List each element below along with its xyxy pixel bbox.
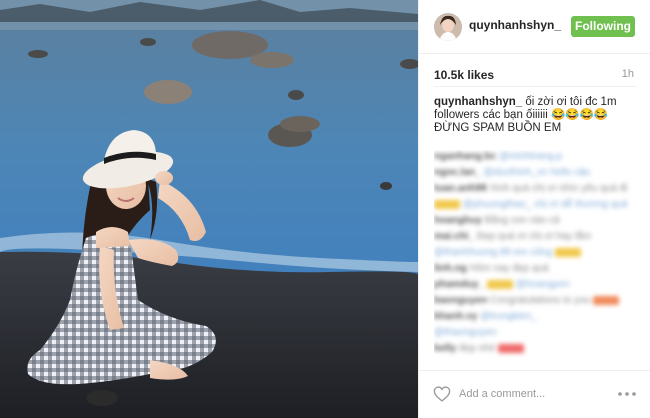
comment-row: @thaonguyen <box>434 327 497 338</box>
avatar[interactable] <box>434 13 462 41</box>
avatar-image <box>434 13 462 41</box>
comment-row: hoanghuy Bằng con nào cả <box>434 215 560 226</box>
comment-row: ngoc.lan_ @ducthinh_vn hello cậu <box>434 167 591 178</box>
divider <box>434 86 636 87</box>
heart-icon[interactable] <box>433 386 451 402</box>
comment-row: mai.chi_ Đẹp quá ơi chị ơi hay lắm <box>434 231 592 242</box>
username-link[interactable]: quynhanhshyn_ <box>469 18 561 32</box>
more-options-icon[interactable] <box>617 391 637 397</box>
post-timestamp[interactable]: 1h <box>622 68 634 80</box>
comment-row: phamduy_ @hoangyen <box>434 279 570 290</box>
beach-photo-illustration <box>0 0 418 418</box>
comment-row: khanh.vy @trungkien_ <box>434 311 537 322</box>
comment-row: baonguyen Congratulations to you <box>434 294 639 308</box>
likes-count[interactable]: 10.5k likes <box>434 68 494 82</box>
comment-row: @thanhhuong.99 em cũng <box>434 246 639 260</box>
comment-row: tuan.anh98 Xinh quá chị ơi nhìn yêu quá … <box>434 183 628 194</box>
add-comment-input[interactable] <box>459 383 604 405</box>
comment-row: linh.ng Hôm nay đẹp quá <box>434 263 549 274</box>
post-footer <box>419 370 650 418</box>
comment-row: nganhang.bc @minhtrang.p <box>434 151 562 162</box>
caption-username[interactable]: quynhanhshyn_ <box>434 96 522 108</box>
comment-row: @phuongthao_ chị ơi dễ thương quá <box>434 198 639 212</box>
comments-list: nganhang.bc @minhtrang.p ngoc.lan_ @duct… <box>434 150 639 366</box>
comment-row: kelly đẹp nhé <box>434 342 639 356</box>
post-header: quynhanhshyn_ Following <box>419 0 650 54</box>
following-button[interactable]: Following <box>571 16 635 37</box>
post-side-panel: quynhanhshyn_ Following 10.5k likes 1h q… <box>418 0 650 418</box>
post-photo[interactable] <box>0 0 418 418</box>
post-caption: quynhanhshyn_ ối zời ơi tôi đc 1m follow… <box>434 96 639 135</box>
